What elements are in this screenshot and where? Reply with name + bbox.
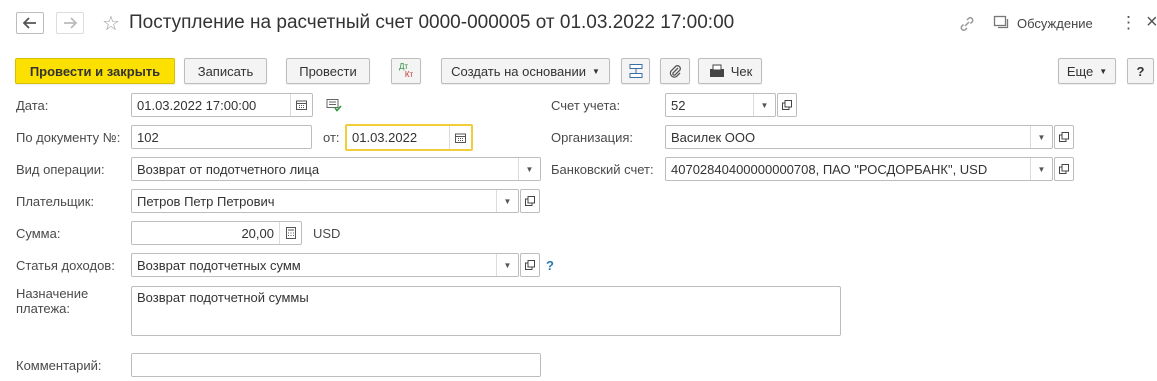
doc-number-field[interactable]: 102 (131, 125, 312, 149)
create-based-on-label: Создать на основании (451, 63, 586, 79)
more-actions-icon[interactable]: ⋮ (1120, 13, 1137, 33)
receipt-label: Чек (730, 63, 753, 79)
payer-select[interactable]: Петров Петр Петрович ▼ (131, 189, 519, 213)
account-label: Счет учета: (551, 98, 621, 113)
income-item-open-button[interactable] (520, 253, 540, 277)
operation-select[interactable]: Возврат от подотчетного лица ▼ (131, 157, 541, 181)
more-label: Еще (1066, 63, 1094, 79)
comment-label: Комментарий: (16, 358, 102, 373)
doc-number-label: По документу №: (16, 130, 121, 145)
organization-select[interactable]: Василек ООО ▼ (665, 125, 1053, 149)
back-button[interactable] (16, 12, 44, 34)
calendar-icon[interactable] (449, 126, 471, 149)
cash-register-icon (709, 64, 724, 77)
payer-value: Петров Петр Петрович (137, 193, 275, 209)
date-value: 01.03.2022 17:00:00 (137, 97, 257, 113)
income-item-help-link[interactable]: ? (546, 258, 554, 273)
post-button[interactable]: Провести (286, 58, 370, 84)
organization-label: Организация: (551, 130, 634, 145)
chevron-down-icon: ▼ (591, 66, 600, 76)
arrow-left-icon (23, 17, 36, 29)
date-label: Дата: (16, 98, 49, 113)
operation-value: Возврат от подотчетного лица (137, 161, 320, 177)
chevron-down-icon[interactable]: ▼ (496, 190, 518, 212)
structure-icon (629, 64, 642, 78)
forward-button[interactable] (56, 12, 84, 34)
history-icon[interactable] (326, 98, 342, 115)
chevron-down-icon[interactable]: ▼ (753, 94, 775, 116)
discussion-button[interactable]: Обсуждение (993, 15, 1093, 31)
chevron-down-icon[interactable]: ▼ (496, 254, 518, 276)
amount-label: Сумма: (16, 226, 61, 241)
chevron-down-icon: ▼ (1099, 66, 1108, 76)
create-based-on-button[interactable]: Создать на основании ▼ (441, 58, 610, 84)
chat-icon (993, 15, 1009, 29)
calculator-icon[interactable] (279, 222, 301, 244)
open-window-icon (782, 100, 792, 110)
chevron-down-icon[interactable]: ▼ (518, 158, 540, 180)
arrow-right-icon (64, 17, 77, 29)
doc-date-value: 01.03.2022 (352, 130, 418, 145)
close-icon[interactable]: × (1146, 11, 1157, 34)
income-item-value: Возврат подотчетных сумм (137, 257, 301, 273)
income-item-select[interactable]: Возврат подотчетных сумм ▼ (131, 253, 519, 277)
more-button[interactable]: Еще ▼ (1058, 58, 1116, 84)
currency-label: USD (313, 226, 341, 241)
operation-label: Вид операции: (16, 162, 105, 177)
income-item-label: Статья доходов: (16, 258, 115, 273)
doc-date-field[interactable]: 01.03.2022 (345, 124, 473, 151)
purpose-label-line1: Назначение (16, 286, 89, 301)
bank-account-select[interactable]: 40702840400000000708, ПАО "РОСДОРБАНК", … (665, 157, 1053, 181)
dt-kt-report-button[interactable]: Дт Кт (391, 58, 421, 84)
account-value: 52 (671, 97, 686, 113)
open-window-icon (525, 260, 535, 270)
date-field[interactable]: 01.03.2022 17:00:00 (131, 93, 313, 117)
comment-field[interactable] (131, 353, 541, 377)
receipt-button[interactable]: Чек (698, 58, 762, 84)
attachment-button[interactable] (660, 58, 690, 84)
account-open-button[interactable] (777, 93, 797, 117)
payer-open-button[interactable] (520, 189, 540, 213)
open-window-icon (525, 196, 535, 206)
bank-account-value: 40702840400000000708, ПАО "РОСДОРБАНК", … (671, 161, 988, 177)
link-icon[interactable] (958, 15, 976, 36)
discussion-label: Обсуждение (1017, 15, 1093, 31)
amount-field[interactable]: 20,00 (131, 221, 302, 245)
page-title: Поступление на расчетный счет 0000-00000… (129, 12, 735, 33)
payer-label: Плательщик: (16, 194, 95, 209)
chevron-down-icon[interactable]: ▼ (1030, 126, 1052, 148)
bank-account-open-button[interactable] (1054, 157, 1074, 181)
open-window-icon (1059, 164, 1069, 174)
purpose-label-line2: платежа: (16, 301, 70, 316)
organization-value: Василек ООО (671, 129, 756, 145)
kt-label: Кт (404, 70, 414, 79)
calendar-icon[interactable] (290, 94, 312, 116)
favorite-star-icon[interactable]: ☆ (102, 11, 120, 36)
bank-account-label: Банковский счет: (551, 162, 654, 177)
open-window-icon (1059, 132, 1069, 142)
structure-button[interactable] (621, 58, 650, 84)
paperclip-icon (669, 65, 681, 78)
post-and-close-button[interactable]: Провести и закрыть (15, 58, 175, 84)
purpose-value: Возврат подотчетной суммы (137, 290, 309, 305)
purpose-label: Назначение платежа: (16, 286, 88, 316)
chevron-down-icon[interactable]: ▼ (1030, 158, 1052, 180)
amount-value: 20,00 (241, 225, 274, 241)
organization-open-button[interactable] (1054, 125, 1074, 149)
doc-number-value: 102 (137, 129, 159, 145)
account-select[interactable]: 52 ▼ (665, 93, 776, 117)
purpose-textarea[interactable]: Возврат подотчетной суммы (131, 286, 841, 336)
doc-date-label: от: (323, 130, 340, 145)
save-button[interactable]: Записать (184, 58, 267, 84)
help-button[interactable]: ? (1127, 58, 1154, 84)
